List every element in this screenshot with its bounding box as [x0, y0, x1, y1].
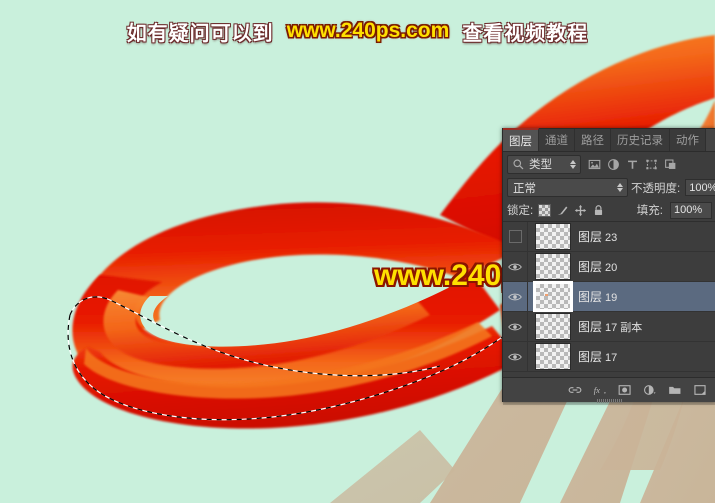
- layer-number-20: 20: [605, 262, 618, 274]
- blend-mode-value: 正常: [513, 182, 536, 195]
- new-layer-icon[interactable]: [693, 383, 707, 397]
- shape-filter-icon[interactable]: [645, 158, 658, 171]
- tab-paths[interactable]: 路径: [575, 129, 611, 151]
- new-group-icon[interactable]: [668, 383, 682, 397]
- layer-row-17-copy[interactable]: 图层 17 副本: [503, 312, 715, 342]
- panel-drop-shadow: [503, 402, 715, 405]
- visibility-toggle-17[interactable]: [503, 342, 528, 371]
- layer-thumbnail-cell-17[interactable]: [528, 343, 578, 370]
- eye-icon[interactable]: [508, 322, 522, 332]
- adjustment-filter-icon[interactable]: [607, 158, 620, 171]
- panel-footer-toolbar[interactable]: fx: [503, 377, 715, 403]
- tab-channels-label: 通道: [545, 135, 568, 147]
- layer-thumbnail-cell-19[interactable]: [528, 281, 578, 312]
- layer-number-23: 23: [605, 232, 618, 244]
- svg-text:fx: fx: [594, 385, 600, 395]
- lock-position-icon[interactable]: [574, 204, 587, 217]
- tab-paths-label: 路径: [581, 135, 604, 147]
- lock-all-icon[interactable]: [592, 204, 605, 217]
- layer-name-text-17: 图层: [578, 350, 603, 364]
- filter-type-label: 类型: [529, 159, 552, 171]
- layer-thumbnail-19[interactable]: [533, 281, 573, 312]
- fill-value[interactable]: 100%: [670, 201, 712, 219]
- layer-thumbnail-cell-20[interactable]: [528, 253, 578, 280]
- layer-name-text-23: 图层: [578, 230, 603, 244]
- fill-label: 填充:: [636, 205, 663, 217]
- add-layer-mask-icon[interactable]: [618, 383, 632, 397]
- eye-icon[interactable]: [508, 262, 522, 272]
- thumbnail-content-speck: [545, 294, 548, 296]
- visibility-toggle-19[interactable]: [503, 282, 528, 311]
- visibility-toggle-23[interactable]: [503, 222, 528, 251]
- layer-number-17: 17: [605, 352, 618, 364]
- tab-actions-label: 动作: [676, 135, 699, 147]
- layer-thumbnail-cell-23[interactable]: [528, 223, 578, 250]
- layer-row-19[interactable]: 图层 19: [503, 281, 715, 312]
- layer-name-23[interactable]: 图层 23: [578, 228, 617, 245]
- layer-name-text-17-copy: 图层: [578, 320, 603, 334]
- tab-history-label: 历史记录: [617, 135, 663, 147]
- layer-thumbnail-17-copy[interactable]: [535, 313, 571, 340]
- tab-actions[interactable]: 动作: [670, 129, 706, 151]
- layer-row-23[interactable]: 图层 23: [503, 222, 715, 252]
- layer-thumbnail-17[interactable]: [535, 343, 571, 370]
- lock-label: 锁定:: [507, 205, 534, 217]
- tab-layers-label: 图层: [509, 135, 532, 148]
- visibility-toggle-17-copy[interactable]: [503, 312, 528, 341]
- layers-panel[interactable]: 图层 通道 路径 历史记录 动作 类型 正常 不透明度: 100% 锁定: 填充…: [502, 128, 715, 405]
- search-icon: [513, 158, 524, 169]
- layer-name-text-20: 图层: [578, 260, 603, 274]
- tab-channels[interactable]: 通道: [539, 129, 575, 151]
- chevron-updown-icon[interactable]: [570, 159, 578, 169]
- layer-name-19[interactable]: 图层 19: [578, 288, 617, 305]
- layer-row-17[interactable]: 图层 17: [503, 342, 715, 372]
- filter-type-select[interactable]: 类型: [507, 154, 581, 174]
- lock-row[interactable]: 锁定: 填充: 100%: [503, 199, 715, 222]
- layer-filter-row[interactable]: 类型: [503, 152, 715, 176]
- blend-mode-select[interactable]: 正常: [507, 178, 628, 197]
- opacity-label: 不透明度:: [631, 182, 681, 195]
- layer-list[interactable]: 图层 23 图层 20 图层 19 图层 17 副本 图层 17: [503, 222, 715, 377]
- smart-object-filter-icon[interactable]: [664, 158, 677, 171]
- layer-style-fx-icon[interactable]: fx: [593, 383, 607, 397]
- layer-thumbnail-20[interactable]: [535, 253, 571, 280]
- filter-icon-group[interactable]: [588, 158, 677, 171]
- pixel-filter-icon[interactable]: [588, 158, 601, 171]
- layer-number-19: 19: [605, 292, 618, 304]
- tab-history[interactable]: 历史记录: [611, 129, 670, 151]
- new-adjustment-layer-icon[interactable]: [643, 383, 657, 397]
- layer-thumbnail-cell-17-copy[interactable]: [528, 313, 578, 340]
- tab-layers[interactable]: 图层: [503, 128, 539, 151]
- layer-name-20[interactable]: 图层 20: [578, 258, 617, 275]
- type-filter-icon[interactable]: [626, 158, 639, 171]
- eye-icon[interactable]: [508, 352, 522, 362]
- layer-number-17-copy: 17 副本: [605, 322, 643, 334]
- opacity-value[interactable]: 100%: [685, 179, 715, 196]
- chevron-updown-icon[interactable]: [617, 183, 625, 192]
- blend-mode-row[interactable]: 正常 不透明度: 100%: [503, 176, 715, 199]
- eye-hidden-icon[interactable]: [508, 230, 522, 243]
- layer-name-text-19: 图层: [578, 290, 603, 304]
- lock-transparency-icon[interactable]: [538, 203, 552, 217]
- eye-icon[interactable]: [508, 292, 522, 302]
- layer-thumbnail-23[interactable]: [535, 223, 571, 250]
- lock-pixels-icon[interactable]: [556, 204, 569, 217]
- visibility-toggle-20[interactable]: [503, 252, 528, 281]
- link-layers-icon[interactable]: [568, 383, 582, 397]
- panel-tab-bar[interactable]: 图层 通道 路径 历史记录 动作: [503, 128, 715, 152]
- layer-row-20[interactable]: 图层 20: [503, 252, 715, 282]
- layer-name-17-copy[interactable]: 图层 17 副本: [578, 318, 642, 335]
- layer-name-17[interactable]: 图层 17: [578, 348, 617, 365]
